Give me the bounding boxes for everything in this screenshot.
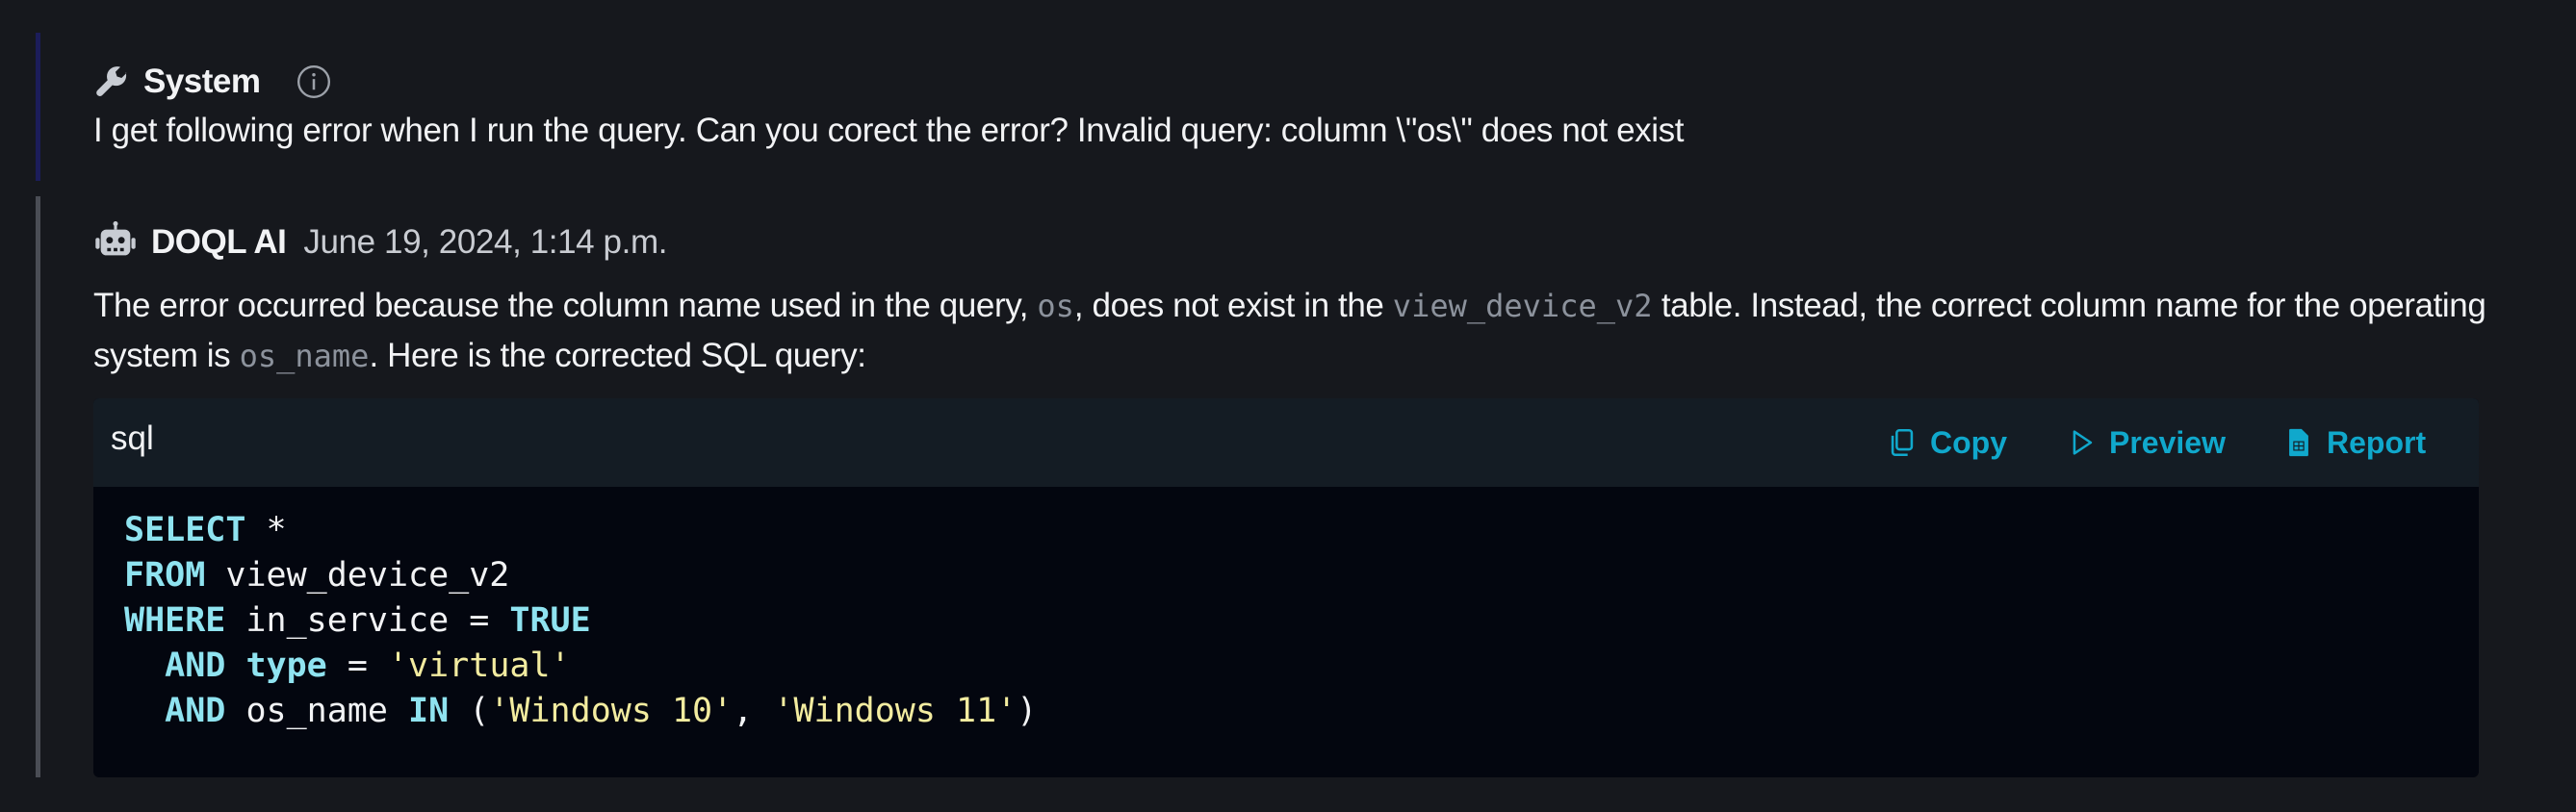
- report-button[interactable]: Report: [2282, 421, 2426, 464]
- sql-text: ,: [733, 692, 774, 730]
- sql-text: in_service =: [225, 601, 510, 640]
- ai-sender-name: DOQL AI: [151, 223, 287, 261]
- code-language-label: sql: [111, 419, 154, 457]
- system-message-bar: [36, 33, 40, 181]
- wrench-icon: [93, 63, 130, 100]
- sql-text: *: [245, 511, 287, 549]
- code-content: SELECT * FROM view_device_v2 WHERE in_se…: [124, 508, 1037, 734]
- inline-code: os: [1037, 288, 1074, 324]
- sql-text: view_device_v2: [205, 556, 510, 595]
- system-message-header: System: [93, 58, 332, 106]
- code-block: sql Copy Preview Report SELECT * FROM vi…: [93, 398, 2479, 777]
- sql-keyword: SELECT: [124, 511, 246, 549]
- sql-keyword: WHERE: [124, 601, 226, 640]
- copy-button-label: Copy: [1930, 424, 2007, 460]
- sql-keyword: FROM: [124, 556, 206, 595]
- sql-text: os_name: [225, 692, 409, 730]
- play-icon: [2065, 426, 2098, 459]
- sql-keyword: AND: [165, 692, 226, 730]
- ai-message-header: DOQL AI June 19, 2024, 1:14 p.m.: [93, 217, 667, 267]
- ai-message-text: The error occurred because the column na…: [93, 281, 2519, 381]
- sql-indent: [124, 692, 165, 730]
- robot-icon: [93, 220, 138, 265]
- sql-text: (: [449, 692, 490, 730]
- text-segment: The error occurred because the column na…: [93, 287, 1038, 324]
- code-toolbar: sql Copy Preview Report: [93, 398, 2479, 487]
- chat-view: System I get following error when I run …: [0, 0, 2576, 812]
- sql-keyword: IN: [408, 692, 450, 730]
- sql-text: =: [326, 647, 388, 685]
- info-icon[interactable]: [296, 63, 332, 100]
- sql-keyword: TRUE: [509, 601, 591, 640]
- system-message-text: I get following error when I run the que…: [93, 112, 1685, 149]
- preview-button-label: Preview: [2109, 424, 2226, 460]
- sql-string: 'Windows 11': [773, 692, 1018, 730]
- copy-button[interactable]: Copy: [1886, 421, 2007, 464]
- sql-string: 'Windows 10': [489, 692, 734, 730]
- ai-message-bar: [36, 196, 40, 777]
- sql-string: 'virtual': [387, 647, 571, 685]
- preview-button[interactable]: Preview: [2065, 421, 2226, 464]
- inline-code: view_device_v2: [1392, 288, 1653, 324]
- sql-indent: [124, 647, 165, 685]
- system-message: System I get following error when I run …: [36, 33, 2442, 181]
- ai-message: DOQL AI June 19, 2024, 1:14 p.m. The err…: [36, 196, 2500, 781]
- sql-keyword: AND: [165, 647, 226, 685]
- system-sender-name: System: [143, 63, 261, 100]
- sql-keyword: type: [245, 647, 327, 685]
- inline-code: os_name: [239, 338, 370, 374]
- text-segment: . Here is the corrected SQL query:: [369, 337, 866, 374]
- text-segment: , does not exist in the: [1073, 287, 1393, 324]
- sql-text: ): [1017, 692, 1038, 730]
- report-icon: [2282, 426, 2315, 459]
- copy-icon: [1886, 426, 1919, 459]
- report-button-label: Report: [2327, 424, 2427, 460]
- message-timestamp: June 19, 2024, 1:14 p.m.: [303, 223, 668, 261]
